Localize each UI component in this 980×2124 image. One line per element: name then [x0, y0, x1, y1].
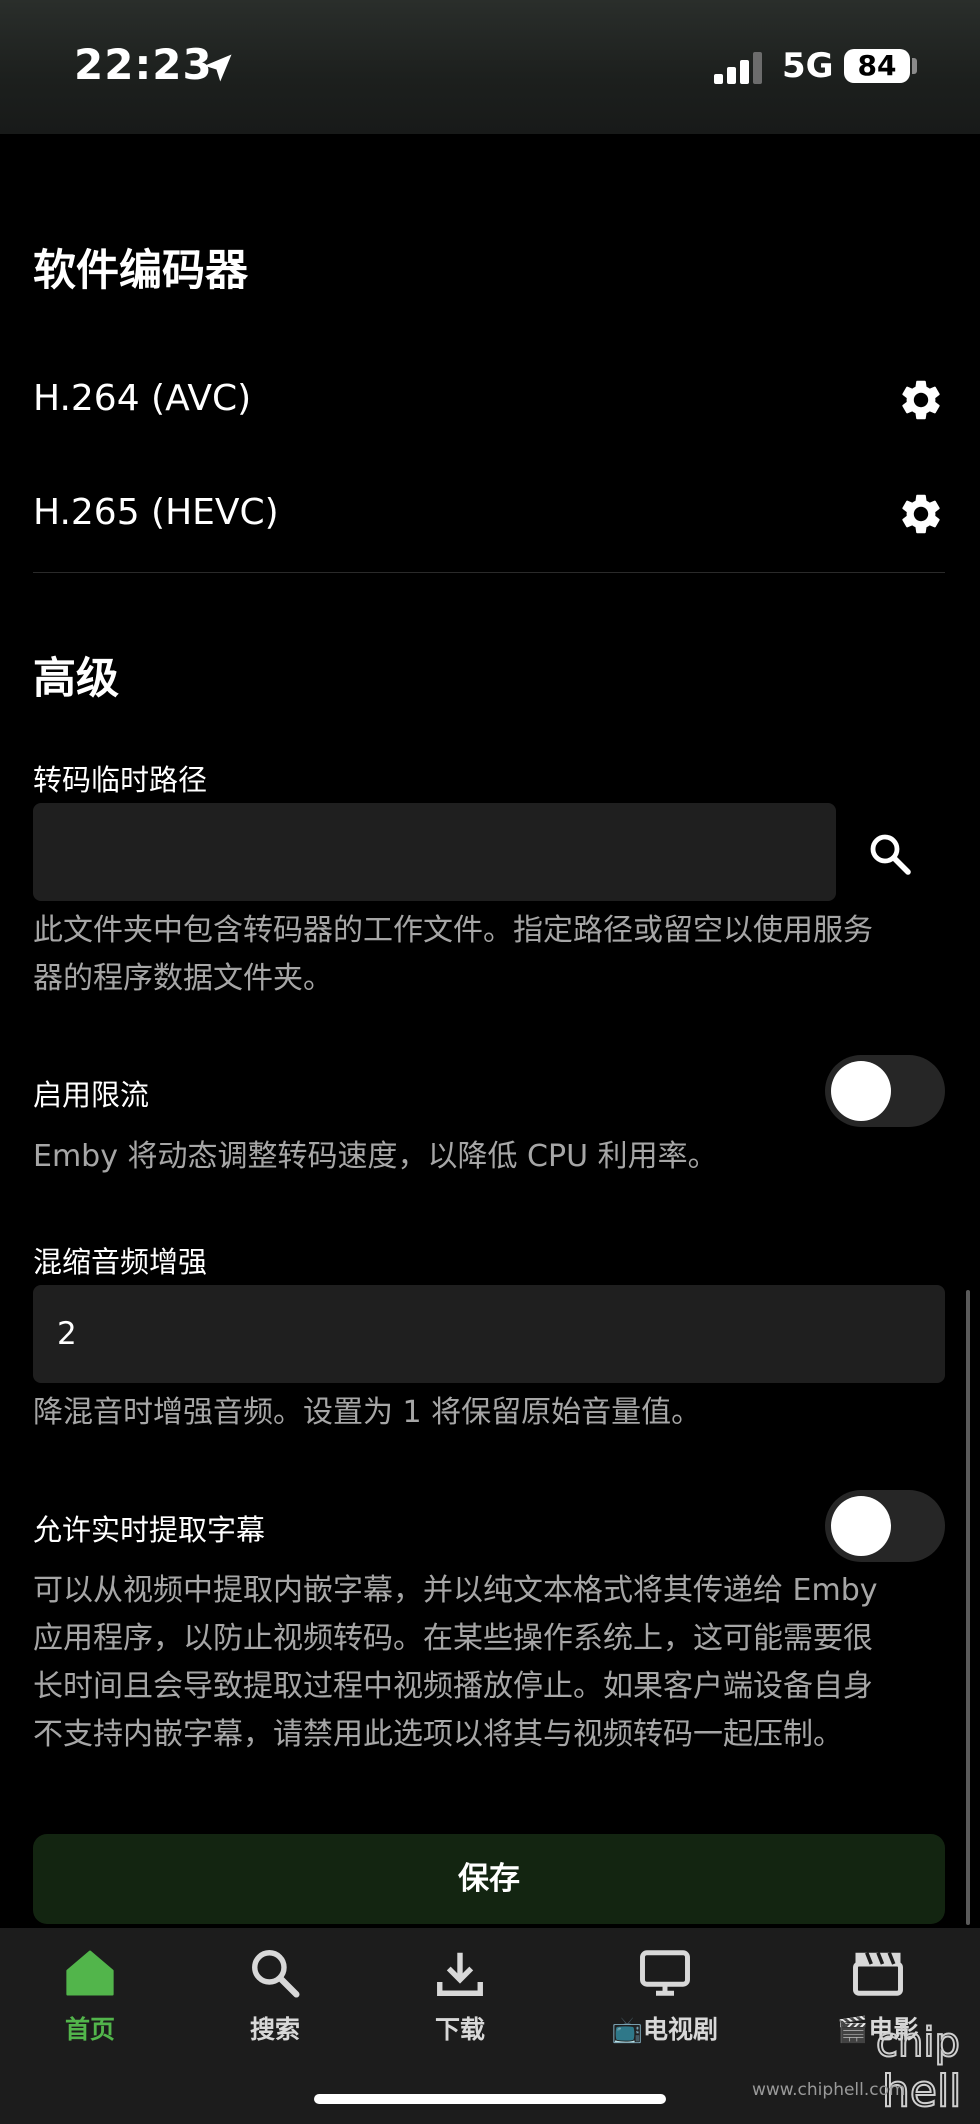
svg-text:chip: chip [876, 2020, 960, 2066]
status-bar: 22:23 5G 84 [0, 0, 980, 134]
screen: 22:23 5G 84 软件编码器 H.264 (AVC) H.265 (HEV… [0, 0, 980, 2124]
nav-label: 下载 [434, 2015, 485, 2044]
nav-item-download[interactable]: 下载 [370, 1928, 550, 2058]
nav-label: 首页 [64, 2015, 115, 2044]
subtitle-extraction-label: 允许实时提取字幕 [33, 1513, 266, 1547]
subtitle-extraction-description: 可以从视频中提取内嵌字幕，并以纯文本格式将其传递给 Emby 应用程序，以防止视… [33, 1567, 945, 1759]
gear-icon[interactable] [897, 376, 945, 424]
downmix-label: 混缩音频增强 [33, 1245, 208, 1279]
temp-path-input[interactable] [33, 803, 836, 901]
throttling-label: 启用限流 [33, 1078, 150, 1112]
gear-icon[interactable] [897, 490, 945, 538]
battery-cap [912, 58, 917, 74]
codec-row-h265: H.265 (HEVC) [33, 474, 945, 554]
temp-path-description: 此文件夹中包含转码器的工作文件。指定路径或留空以使用服务 器的程序数据文件夹。 [33, 907, 945, 1003]
battery-level: 84 [844, 49, 910, 83]
location-arrow-icon [204, 54, 232, 82]
section-divider [33, 572, 945, 573]
nav-item-tv[interactable]: 📺电视剧 [575, 1928, 755, 2058]
download-icon [437, 1952, 483, 1996]
signal-bars-icon [714, 52, 762, 84]
save-button[interactable]: 保存 [33, 1834, 945, 1924]
subtitle-extraction-toggle[interactable] [825, 1490, 945, 1562]
desc-line: 器的程序数据文件夹。 [33, 961, 333, 996]
watermark-text: www.chiphell.com [752, 2080, 906, 2100]
home-indicator [314, 2094, 666, 2104]
throttling-toggle[interactable] [825, 1055, 945, 1127]
toggle-knob [831, 1061, 891, 1121]
desc-line: 可以从视频中提取内嵌字幕，并以纯文本格式将其传递给 Emby [33, 1573, 878, 1608]
desc-line: 长时间且会导致提取过程中视频播放停止。如果客户端设备自身 [33, 1669, 873, 1704]
desc-line: 此文件夹中包含转码器的工作文件。指定路径或留空以使用服务 [33, 913, 873, 948]
desc-line: 不支持内嵌字幕，请禁用此选项以将其与视频转码一起压制。 [33, 1717, 843, 1752]
nav-label: 搜索 [249, 2015, 300, 2044]
status-time: 22:23 [74, 40, 213, 89]
nav-item-search[interactable]: 搜索 [185, 1928, 365, 2058]
network-type: 5G [782, 46, 834, 86]
section-title-software-encoders: 软件编码器 [33, 246, 248, 296]
scrollbar[interactable] [966, 1290, 970, 1925]
nav-item-home[interactable]: 首页 [0, 1928, 180, 2058]
search-icon[interactable] [866, 830, 914, 878]
tv-icon [640, 1950, 690, 1996]
section-title-advanced: 高级 [33, 654, 119, 704]
downmix-description: 降混音时增强音频。设置为 1 将保留原始音量值。 [33, 1395, 702, 1430]
codec-label: H.265 (HEVC) [33, 492, 279, 533]
nav-label: 📺电视剧 [611, 2015, 719, 2044]
codec-row-h264: H.264 (AVC) [33, 360, 945, 440]
codec-label: H.264 (AVC) [33, 378, 252, 419]
movie-icon [853, 1952, 903, 1996]
throttling-description: Emby 将动态调整转码速度，以降低 CPU 利用率。 [33, 1139, 718, 1174]
home-icon [66, 1950, 114, 1996]
temp-path-label: 转码临时路径 [33, 763, 208, 797]
search-icon [252, 1950, 300, 1998]
toggle-knob [831, 1496, 891, 1556]
downmix-input[interactable]: 2 [33, 1285, 945, 1383]
desc-line: 应用程序，以防止视频转码。在某些操作系统上，这可能需要很 [33, 1621, 873, 1656]
